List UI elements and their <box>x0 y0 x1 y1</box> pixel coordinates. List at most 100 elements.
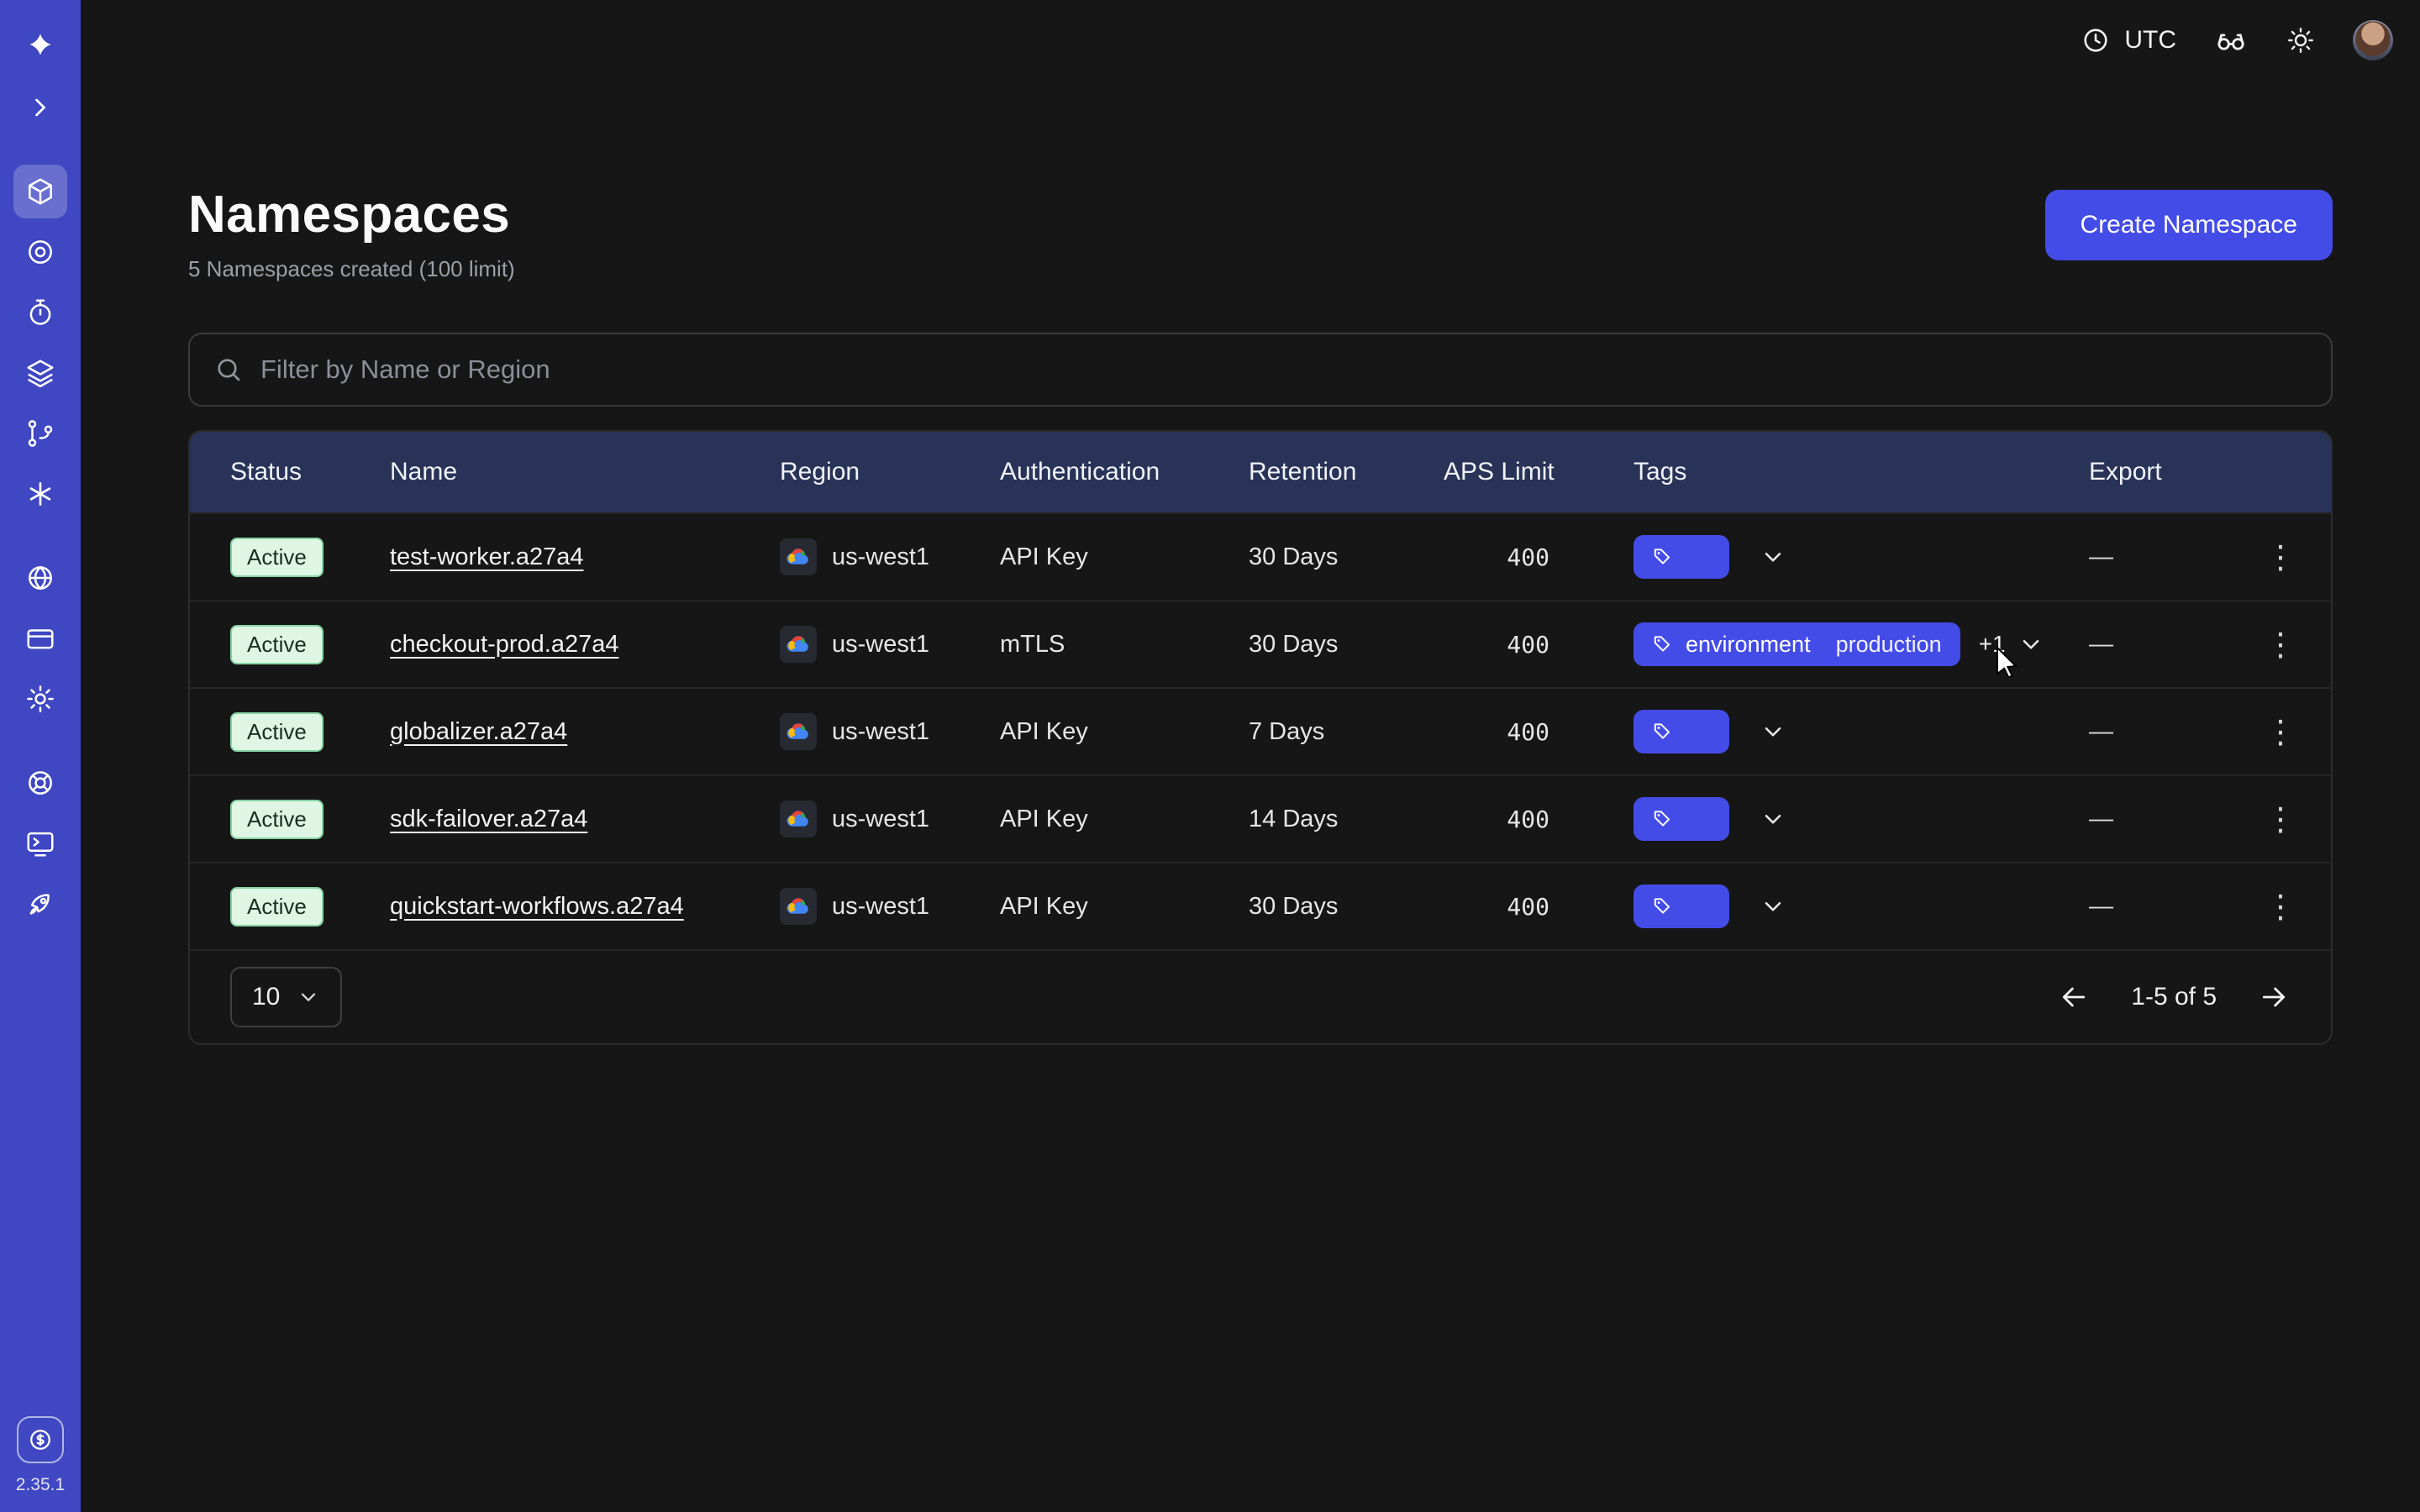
table-body: Active test-worker.a27a4 us-west1 API Ke… <box>190 512 2331 949</box>
sidebar-item-billing[interactable] <box>13 612 67 665</box>
page-size-select[interactable]: 10 <box>230 967 342 1027</box>
cube-icon <box>24 176 56 207</box>
sidebar-item-settings[interactable] <box>13 672 67 726</box>
tags-expand-chevron[interactable] <box>1760 543 1786 570</box>
auth-cell: API Key <box>1000 718 1249 746</box>
namespace-link[interactable]: checkout-prod.a27a4 <box>390 631 618 659</box>
chevron-down-icon <box>1760 893 1786 920</box>
sidebar-expand-button[interactable] <box>13 81 67 134</box>
sidebar-item-nexus[interactable] <box>13 467 67 521</box>
tags-expand-chevron[interactable] <box>1760 718 1786 745</box>
page-size-value: 10 <box>252 983 280 1011</box>
tag-group <box>1634 797 1786 841</box>
arrow-left-icon <box>2057 980 2091 1014</box>
usage-credits-button[interactable] <box>17 1416 64 1463</box>
tag-pill[interactable] <box>1634 885 1729 928</box>
tag-pill[interactable]: environment production <box>1634 622 1960 666</box>
region-label: us-west1 <box>832 631 929 659</box>
tag-more-count[interactable]: +1 <box>1979 631 2006 658</box>
tag-icon <box>1652 633 1674 655</box>
tag-icon <box>1652 546 1674 568</box>
namespace-link[interactable]: test-worker.a27a4 <box>390 543 584 571</box>
column-header-tags: Tags <box>1634 458 2089 486</box>
credit-card-icon <box>24 622 56 654</box>
app-version: 2.35.1 <box>16 1475 65 1495</box>
namespace-link[interactable]: quickstart-workflows.a27a4 <box>390 893 684 921</box>
row-menu-button[interactable]: ⋮ <box>2230 801 2331 838</box>
tags-expand-chevron[interactable] <box>2018 631 2044 658</box>
status-badge: Active <box>230 887 324 927</box>
tag-pill[interactable] <box>1634 710 1729 753</box>
gcp-icon <box>780 888 817 925</box>
namespaces-table: Status Name Region Authentication Retent… <box>188 430 2333 1045</box>
sidebar: 2.35.1 <box>0 0 81 1512</box>
table-footer: 10 1-5 of 5 <box>190 949 2331 1043</box>
tags-expand-chevron[interactable] <box>1760 893 1786 920</box>
namespace-link[interactable]: globalizer.a27a4 <box>390 718 567 746</box>
tag-pill[interactable] <box>1634 535 1729 579</box>
region-label: us-west1 <box>832 893 929 921</box>
lifebuoy-icon <box>24 767 56 799</box>
sidebar-item-deployments[interactable] <box>13 346 67 400</box>
tag-key: environment <box>1686 632 1811 658</box>
row-menu-button[interactable]: ⋮ <box>2230 888 2331 926</box>
export-cell: — <box>2089 631 2230 659</box>
sidebar-item-support[interactable] <box>13 756 67 810</box>
retention-cell: 30 Days <box>1249 893 1444 921</box>
page-subtitle: 5 Namespaces created (100 limit) <box>188 256 515 282</box>
temporal-logo-icon[interactable] <box>13 20 67 74</box>
usage-dollar-icon <box>26 1425 55 1454</box>
auth-cell: API Key <box>1000 543 1249 571</box>
retention-cell: 30 Days <box>1249 543 1444 571</box>
export-cell: — <box>2089 718 2230 746</box>
tag-pill[interactable] <box>1634 797 1729 841</box>
status-badge: Active <box>230 538 324 577</box>
filter-bar <box>188 333 2333 407</box>
status-badge: Active <box>230 625 324 664</box>
sidebar-item-namespaces[interactable] <box>13 165 67 218</box>
main-content: Namespaces 5 Namespaces created (100 lim… <box>81 81 2420 1512</box>
filter-input[interactable] <box>260 354 2307 385</box>
next-page-button[interactable] <box>2257 980 2291 1014</box>
tags-cell <box>1634 797 2089 841</box>
tag-group: environment production +1 <box>1634 622 2044 666</box>
status-badge: Active <box>230 712 324 752</box>
globe-icon <box>24 562 56 594</box>
sidebar-item-regions[interactable] <box>13 551 67 605</box>
row-menu-button[interactable]: ⋮ <box>2230 713 2331 751</box>
auth-cell: mTLS <box>1000 631 1249 659</box>
timezone-label: UTC <box>2124 26 2176 55</box>
row-menu-button[interactable]: ⋮ <box>2230 538 2331 576</box>
tags-expand-chevron[interactable] <box>1760 806 1786 832</box>
namespace-link[interactable]: sdk-failover.a27a4 <box>390 806 587 833</box>
labs-toggle[interactable] <box>2213 23 2249 58</box>
timezone-selector[interactable]: UTC <box>2081 25 2176 55</box>
status-badge: Active <box>230 800 324 839</box>
sidebar-item-batch-operations[interactable] <box>13 407 67 460</box>
theme-toggle[interactable] <box>2286 25 2316 55</box>
app-window: 2.35.1 UTC Namespaces 5 Namespaces creat… <box>0 0 2420 1512</box>
sidebar-item-getting-started[interactable] <box>13 877 67 931</box>
export-cell: — <box>2089 806 2230 833</box>
target-icon <box>24 236 56 268</box>
topbar: UTC <box>81 0 2420 81</box>
user-avatar[interactable] <box>2353 20 2393 60</box>
sidebar-item-docs[interactable] <box>13 816 67 870</box>
sidebar-item-workflows[interactable] <box>13 225 67 279</box>
create-namespace-button[interactable]: Create Namespace <box>2045 190 2333 260</box>
table-header: Status Name Region Authentication Retent… <box>190 432 2331 512</box>
gcp-icon <box>780 626 817 663</box>
aps-limit-cell: 400 <box>1444 543 1634 571</box>
table-row: Active checkout-prod.a27a4 us-west1 mTLS… <box>190 600 2331 687</box>
timer-icon <box>24 297 56 328</box>
tag-group <box>1634 885 1786 928</box>
column-header-region: Region <box>780 458 1000 486</box>
gcp-icon <box>780 801 817 837</box>
gcp-icon <box>780 538 817 575</box>
tags-cell: environment production +1 <box>1634 622 2089 666</box>
region-cell: us-west1 <box>780 713 1000 750</box>
previous-page-button[interactable] <box>2057 980 2091 1014</box>
sidebar-item-schedules[interactable] <box>13 286 67 339</box>
row-menu-button[interactable]: ⋮ <box>2230 626 2331 664</box>
search-icon <box>213 354 244 385</box>
